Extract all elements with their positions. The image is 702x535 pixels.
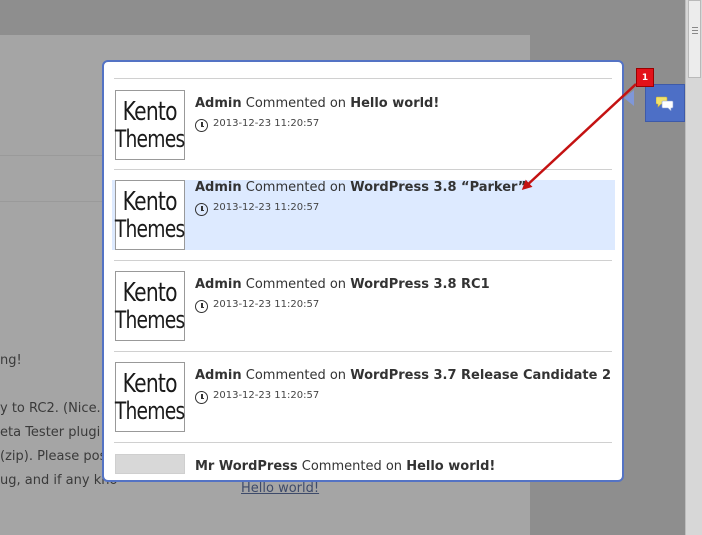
notification-text: Admin Commented on WordPress 3.8 “Parker… [195, 180, 526, 195]
grip-line [692, 27, 698, 28]
timestamp-row: 2013-12-23 11:20:57 [195, 387, 319, 404]
timestamp-row: 2013-12-23 11:20:57 [195, 115, 319, 132]
chat-bubbles-icon [656, 96, 674, 111]
grip-line [692, 33, 698, 34]
avatar-text: Kento [122, 97, 178, 127]
action-text: Commented on [245, 368, 347, 383]
post-title[interactable]: WordPress 3.7 Release Candidate 2 [350, 368, 611, 383]
avatar-text: Kento [122, 369, 178, 399]
post-title[interactable]: Hello world! [406, 459, 495, 474]
timestamp: 2013-12-23 11:20:57 [213, 299, 320, 310]
notification-text: Admin Commented on WordPress 3.8 RC1 [195, 277, 490, 292]
timestamp: 2013-12-23 11:20:57 [213, 202, 320, 213]
timestamp: 2013-12-23 11:20:57 [213, 118, 320, 129]
popup-pointer [624, 90, 634, 106]
avatar-text: Themes [115, 306, 185, 334]
background-text: y to RC2. (Nice.) [0, 401, 106, 416]
clock-icon [195, 391, 208, 404]
action-text: Commented on [245, 96, 347, 111]
avatar [115, 454, 185, 474]
notification-text: Mr WordPress Commented on Hello world! [195, 459, 495, 474]
divider [114, 169, 612, 170]
action-text: Commented on [301, 459, 403, 474]
notification-count-badge: 1 [636, 68, 654, 87]
notification-text: Admin Commented on Hello world! [195, 96, 439, 111]
background-text: ug, and if any kno [0, 473, 118, 488]
notification-item[interactable]: Kento Themes Admin Commented on WordPres… [112, 352, 615, 432]
avatar: Kento Themes [115, 362, 186, 432]
clock-icon [195, 300, 208, 313]
timestamp: 2013-12-23 11:20:57 [213, 390, 320, 401]
timestamp-row: 2013-12-23 11:20:57 [195, 199, 319, 216]
notification-item[interactable]: Kento Themes Admin Commented on WordPres… [112, 180, 615, 250]
avatar-text: Kento [122, 187, 178, 217]
post-title[interactable]: WordPress 3.8 RC1 [350, 277, 489, 292]
avatar-text: Kento [122, 278, 178, 308]
post-title[interactable]: WordPress 3.8 “Parker” [350, 180, 526, 195]
notification-item[interactable]: Mr WordPress Commented on Hello world! [112, 443, 615, 480]
post-title[interactable]: Hello world! [350, 96, 439, 111]
notification-item[interactable]: Kento Themes Admin Commented on WordPres… [112, 261, 615, 341]
clock-icon [195, 119, 208, 132]
avatar: Kento Themes [115, 271, 186, 341]
avatar-text: Themes [115, 397, 185, 425]
avatar-text: Themes [115, 125, 185, 153]
action-text: Commented on [245, 180, 347, 195]
notifications-button[interactable] [645, 84, 685, 122]
scrollbar-thumb[interactable] [688, 0, 701, 78]
author-name[interactable]: Mr WordPress [195, 459, 298, 474]
author-name[interactable]: Admin [195, 277, 242, 292]
timestamp-row: 2013-12-23 11:20:57 [195, 296, 319, 313]
vertical-scrollbar[interactable] [685, 0, 702, 535]
background-link[interactable]: Hello world! [241, 481, 319, 496]
author-name[interactable]: Admin [195, 368, 242, 383]
avatar: Kento Themes [115, 90, 186, 160]
avatar: Kento Themes [115, 180, 186, 250]
notification-item[interactable]: Kento Themes Admin Commented on Hello wo… [112, 80, 615, 160]
background-text: ng! [0, 353, 22, 368]
divider [114, 78, 612, 79]
grip-line [692, 30, 698, 31]
notification-text: Admin Commented on WordPress 3.7 Release… [195, 368, 611, 383]
notifications-popup: Kento Themes Admin Commented on Hello wo… [102, 60, 624, 482]
author-name[interactable]: Admin [195, 180, 242, 195]
avatar-text: Themes [115, 215, 185, 243]
background-text: (zip). Please pos [0, 449, 107, 464]
clock-icon [195, 203, 208, 216]
action-text: Commented on [245, 277, 347, 292]
author-name[interactable]: Admin [195, 96, 242, 111]
background-text: eta Tester plugi [0, 425, 101, 440]
